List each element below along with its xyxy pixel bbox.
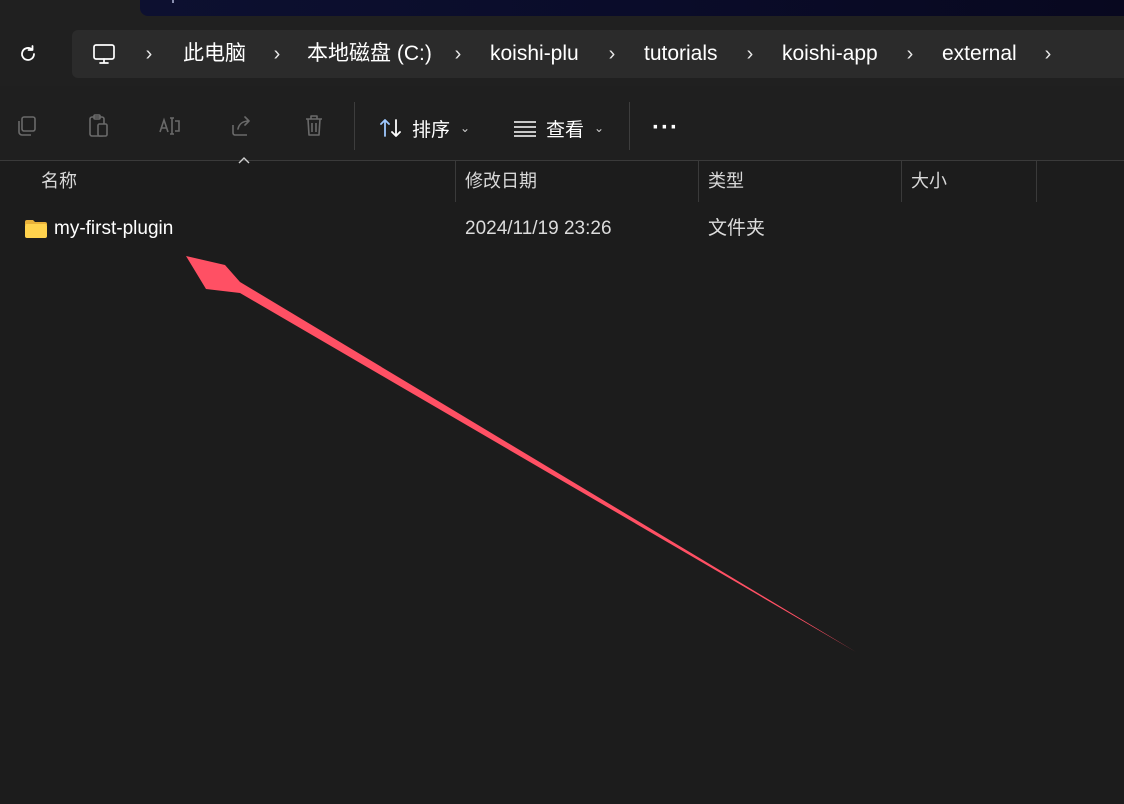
chevron-down-icon: ⌄: [594, 121, 605, 135]
chevron-down-icon: ⌄: [460, 121, 471, 135]
rename-icon: [159, 117, 180, 135]
toolbar-divider: [629, 102, 630, 150]
column-header-modified[interactable]: 修改日期: [465, 160, 537, 202]
delete-icon: [306, 115, 322, 136]
file-modified: 2024/11/19 23:26: [465, 218, 612, 239]
view-label: 查看: [546, 119, 585, 141]
view-list-icon: [514, 121, 536, 137]
column-divider[interactable]: [455, 160, 456, 202]
breadcrumb-item-tutorials[interactable]: tutorials: [644, 30, 718, 78]
column-divider[interactable]: [1036, 160, 1037, 202]
sort-ascending-icon: [238, 157, 250, 164]
column-divider[interactable]: [901, 160, 902, 202]
chevron-right-icon[interactable]: ›: [268, 30, 286, 78]
sort-label: 排序: [412, 119, 451, 141]
toolbar-divider: [354, 102, 355, 150]
breadcrumb-item-external[interactable]: external: [942, 30, 1017, 78]
column-header-name[interactable]: 名称: [41, 160, 77, 202]
paste-icon: [89, 114, 108, 137]
breadcrumb-item-this-pc[interactable]: 此电脑: [183, 30, 246, 78]
paste-button[interactable]: [85, 112, 111, 140]
share-button[interactable]: [229, 112, 255, 140]
chevron-right-icon[interactable]: ›: [449, 30, 467, 78]
chevron-right-icon[interactable]: ›: [741, 30, 759, 78]
delete-button[interactable]: [301, 112, 327, 140]
refresh-icon: [21, 45, 35, 61]
refresh-button[interactable]: [10, 36, 46, 72]
chevron-right-icon[interactable]: ›: [901, 30, 919, 78]
share-icon: [232, 116, 250, 136]
more-icon: ···: [652, 114, 679, 141]
browser-tab-remnant: [140, 0, 1124, 16]
rename-button[interactable]: [157, 112, 183, 140]
breadcrumb-item-koishi-app[interactable]: koishi-app: [782, 30, 878, 78]
chevron-right-icon[interactable]: ›: [1039, 30, 1057, 78]
more-options-button[interactable]: ···: [652, 108, 679, 148]
chevron-right-icon[interactable]: ›: [603, 30, 621, 78]
this-pc-icon[interactable]: [92, 42, 116, 66]
breadcrumb-item-local-disk[interactable]: 本地磁盘 (C:): [307, 30, 432, 78]
copy-button[interactable]: [14, 112, 40, 140]
column-header-type[interactable]: 类型: [708, 160, 744, 202]
file-type: 文件夹: [708, 218, 766, 239]
sort-button[interactable]: 排序 ⌄: [378, 108, 470, 148]
view-button[interactable]: 查看 ⌄: [512, 108, 604, 148]
tab-mark: [172, 0, 174, 3]
column-header-size[interactable]: 大小: [911, 160, 947, 202]
file-name[interactable]: my-first-plugin: [54, 208, 173, 250]
sort-icon: [380, 119, 401, 137]
copy-icon: [18, 116, 36, 136]
chevron-right-icon[interactable]: ›: [140, 30, 158, 78]
folder-icon: [25, 220, 47, 238]
column-divider[interactable]: [698, 160, 699, 202]
breadcrumb-item-koishi-plu[interactable]: koishi-plu: [490, 30, 579, 78]
annotation-arrow-shape: [186, 256, 856, 652]
